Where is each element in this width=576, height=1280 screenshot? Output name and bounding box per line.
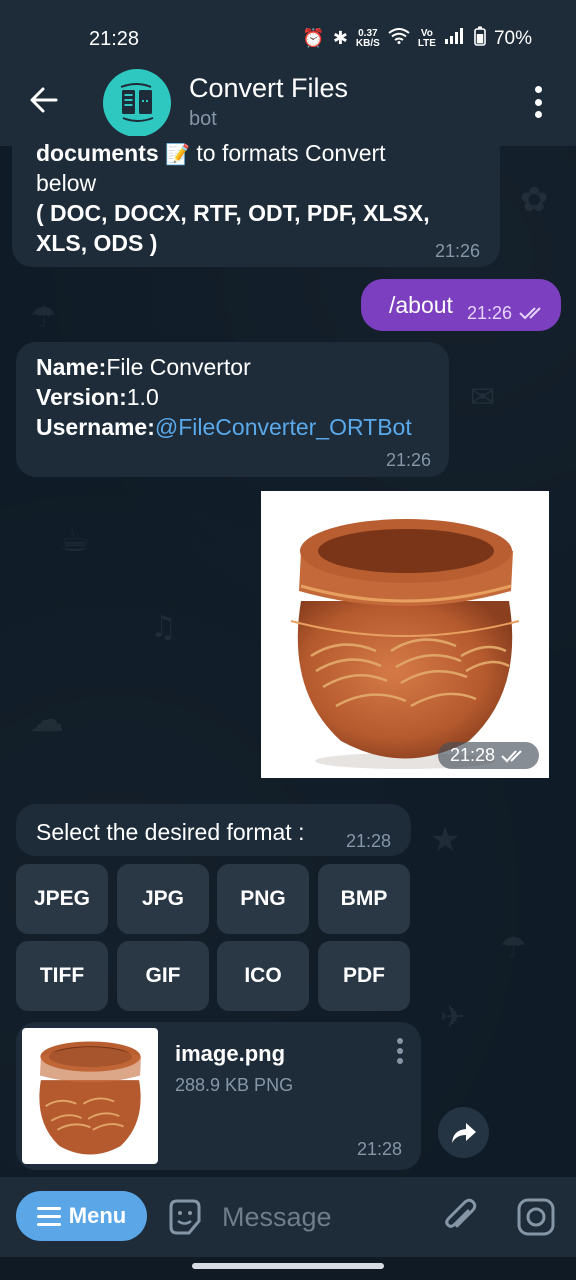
message-select[interactable]: Select the desired format : 21:28 [16,804,411,856]
message-input[interactable] [222,1199,422,1235]
doodle-icon: ✈ [440,1000,466,1035]
doodle-icon: ☂ [30,300,57,335]
doodle-icon: ☁ [30,700,64,740]
info-version: Version:1.0 [36,384,159,410]
chat-title[interactable]: Convert Files [189,73,348,104]
back-button[interactable] [28,82,60,118]
more-vertical-icon [397,1038,403,1044]
message-line: below [36,170,97,196]
format-button-gif[interactable]: GIF [117,941,209,1011]
hamburger-icon [36,1206,61,1226]
clay-pot-image [290,519,520,769]
menu-label: Menu [68,1203,127,1228]
doodle-icon: ☂ [500,930,527,965]
file-info: 288.9 KB PNG [175,1075,294,1095]
info-username: Username:@FileConverter_ORTBot [36,414,412,440]
photo-message[interactable]: 21:28 [261,491,549,778]
sticker-icon [169,1199,201,1235]
forward-button[interactable] [438,1107,489,1158]
double-check-icon [501,749,522,762]
avatar[interactable] [103,69,171,137]
doodle-icon: ★ [430,820,461,860]
message-info[interactable]: Name:File Convertor Version:1.0 Username… [16,342,449,477]
format-button-jpeg[interactable]: JPEG [16,864,108,934]
home-handle[interactable] [192,1263,384,1269]
doodle-icon: ☕ [60,520,91,560]
format-button-pdf[interactable]: PDF [318,941,410,1011]
attach-button[interactable] [440,1197,480,1237]
info-name: Name:File Convertor [36,354,251,380]
status-time: 21:28 [89,28,140,50]
doodle-icon: ✉ [470,380,496,415]
alarm-icon: ⏰ [302,28,325,48]
clay-pot-thumbnail [39,1041,141,1155]
forward-icon [451,1122,476,1143]
format-button-bmp[interactable]: BMP [318,864,410,934]
convert-files-icon [120,83,154,122]
doodle-icon: ✿ [520,180,549,220]
message-time: 21:28 [357,1139,403,1159]
memo-icon: 📝 [165,144,190,166]
double-check-icon [519,307,541,320]
format-button-jpg[interactable]: JPG [117,864,209,934]
navigation-bar [0,1257,576,1280]
file-options-button[interactable] [396,1038,404,1064]
bluetooth-icon: ✱ [332,28,348,48]
signal-icon [444,28,466,49]
message-input-bar: Menu [0,1177,576,1257]
message-about[interactable]: /about 21:26 [361,279,561,331]
status-icons: ⏰ ✱ 0.37 KB/S Vo LTE 70% [302,26,532,51]
network-speed: 0.37 KB/S [355,27,380,49]
chat-subtitle: bot [189,108,217,130]
file-name: image.png [175,1041,286,1066]
message-time: 21:26 [467,303,513,323]
message-intro[interactable]: documents 📝 to formats Convert below ( D… [12,136,500,267]
format-button-ico[interactable]: ICO [217,941,309,1011]
message-text: documents 📝 to formats Convert [36,140,386,166]
format-button-png[interactable]: PNG [217,864,309,934]
more-vertical-icon [534,86,542,93]
battery-percent: 70% [493,27,532,49]
file-thumbnail[interactable] [22,1028,158,1164]
file-message[interactable]: image.png 288.9 KB PNG 21:28 [16,1022,421,1170]
message-time: 21:26 [385,450,431,470]
more-options-button[interactable] [528,86,548,118]
message-text: Select the desired format : [36,819,305,845]
paperclip-icon [445,1198,477,1228]
volte-icon: Vo LTE [417,27,436,49]
doodle-icon: ♫ [150,610,177,645]
arrow-left-icon [30,87,58,113]
battery-icon [474,26,486,51]
message-time: 21:26 [435,241,481,261]
menu-button[interactable]: Menu [16,1191,147,1241]
message-line: XLS, ODS ) [36,230,158,256]
camera-button[interactable] [516,1197,556,1237]
username-link[interactable]: @FileConverter_ORTBot [155,414,412,440]
message-line: ( DOC, DOCX, RTF, ODT, PDF, XLSX, [36,200,430,226]
photo-time: 21:28 [437,742,539,769]
message-text: /about [389,292,453,318]
chat-header: Convert Files bot [0,60,576,146]
sticker-button[interactable] [165,1197,205,1237]
format-button-tiff[interactable]: TIFF [16,941,108,1011]
camera-icon [517,1198,555,1236]
wifi-icon [388,28,410,49]
message-time: 21:28 [346,831,392,851]
